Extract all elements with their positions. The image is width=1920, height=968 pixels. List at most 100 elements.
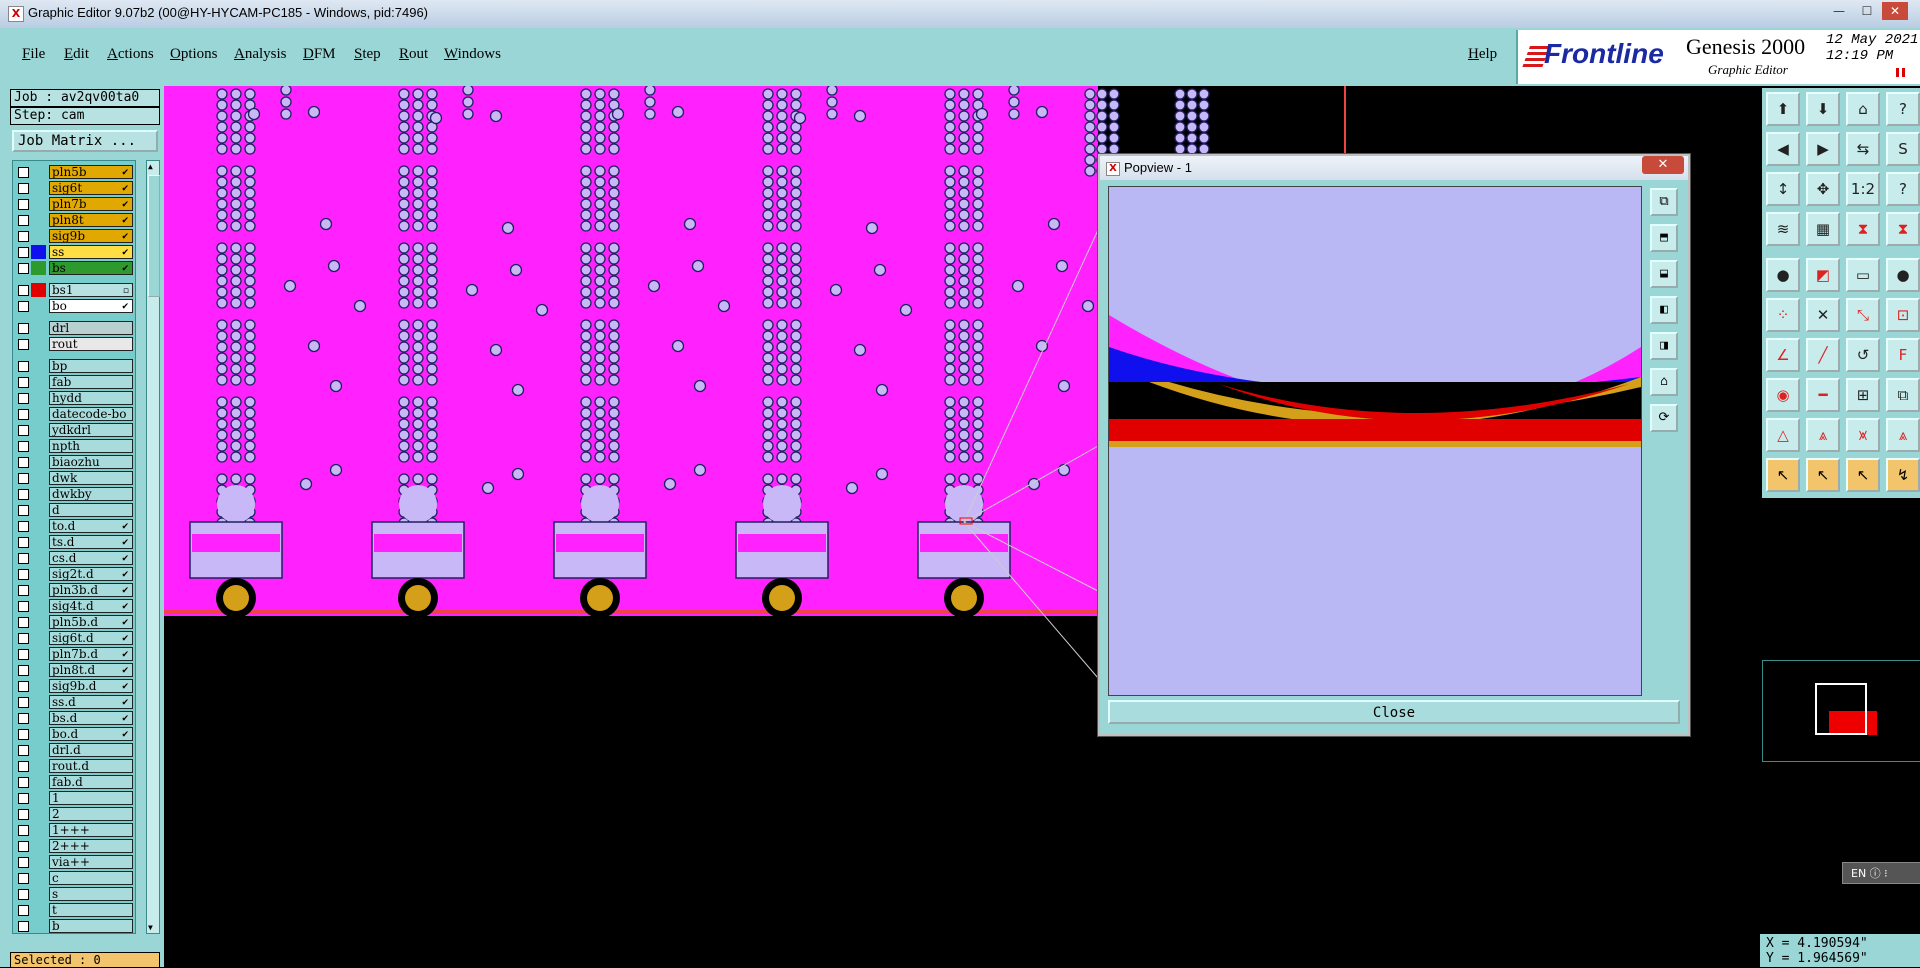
layer-checkbox[interactable] — [18, 537, 29, 548]
layer-row[interactable]: pln7b ✔ — [13, 197, 135, 212]
scroll-up-icon[interactable]: ▲ — [148, 162, 153, 171]
layer-name[interactable]: dwkby — [49, 487, 133, 501]
maximize-button[interactable]: ☐ — [1854, 2, 1880, 20]
layer-checkbox[interactable] — [18, 825, 29, 836]
box-icon[interactable]: ⊞ — [1846, 378, 1880, 412]
close-button[interactable]: ✕ — [1882, 2, 1908, 20]
layer-row[interactable]: bo.d ✔ — [13, 727, 135, 742]
grid-icon[interactable]: ▦ — [1806, 212, 1840, 246]
layer-checkbox[interactable] — [18, 681, 29, 692]
layer-row[interactable]: hydd — [13, 391, 135, 406]
layer-row[interactable]: ss.d ✔ — [13, 695, 135, 710]
layer-name[interactable]: bp — [49, 359, 133, 373]
layer-checkbox[interactable] — [18, 761, 29, 772]
layer-name[interactable]: fab — [49, 375, 133, 389]
move-icon[interactable]: ⊡ — [1886, 298, 1920, 332]
add-pad-icon[interactable]: ● — [1766, 258, 1800, 292]
target-icon[interactable]: ◉ — [1766, 378, 1800, 412]
query-icon[interactable]: ? — [1886, 172, 1920, 206]
layer-row[interactable]: datecode-bo — [13, 407, 135, 422]
layer-name[interactable]: bs1 ▫ — [49, 283, 133, 297]
layer-name[interactable]: sig2t.d ✔ — [49, 567, 133, 581]
layer-checkbox[interactable] — [18, 713, 29, 724]
layer-row[interactable]: to.d ✔ — [13, 519, 135, 534]
copy-icon[interactable]: ⧉ — [1886, 378, 1920, 412]
arc-icon[interactable]: ↺ — [1846, 338, 1880, 372]
measure-icon[interactable]: ≋ — [1766, 212, 1800, 246]
layer-row[interactable]: pln7b.d ✔ — [13, 647, 135, 662]
layer-row[interactable]: 2 — [13, 807, 135, 822]
fit-icon[interactable]: ↕ — [1766, 172, 1800, 206]
layer-row[interactable]: pln3b.d ✔ — [13, 583, 135, 598]
layer-checkbox[interactable] — [18, 585, 29, 596]
select-alt-icon[interactable]: ↖ — [1806, 458, 1840, 492]
layer-checkbox[interactable] — [18, 649, 29, 660]
layer-name[interactable]: ss ✔ — [49, 245, 133, 259]
layer-checkbox[interactable] — [18, 521, 29, 532]
layer-row[interactable]: rout.d — [13, 759, 135, 774]
layer-name[interactable]: dwk — [49, 471, 133, 485]
layer-name[interactable]: drl.d — [49, 743, 133, 757]
scale-icon[interactable]: 1:2 — [1846, 172, 1880, 206]
layer-row[interactable]: pln5b ✔ — [13, 165, 135, 180]
layer-row[interactable]: ts.d ✔ — [13, 535, 135, 550]
zoom-out-icon[interactable]: ⬇ — [1806, 92, 1840, 126]
layer-checkbox[interactable] — [18, 905, 29, 916]
layer-checkbox[interactable] — [18, 183, 29, 194]
menu-rout[interactable]: Rout — [399, 46, 428, 63]
layer-row[interactable]: cs.d ✔ — [13, 551, 135, 566]
menu-windows[interactable]: Windows — [444, 46, 501, 63]
layer-name[interactable]: s — [49, 887, 133, 901]
layer-checkbox[interactable] — [18, 873, 29, 884]
layer-name[interactable]: rout.d — [49, 759, 133, 773]
layer-row[interactable]: sig6t ✔ — [13, 181, 135, 196]
layer-row[interactable]: sig6t.d ✔ — [13, 631, 135, 646]
layer-name[interactable]: rout — [49, 337, 133, 351]
select-region-icon[interactable]: ↖ — [1846, 458, 1880, 492]
layer-name[interactable]: cs.d ✔ — [49, 551, 133, 565]
layer-row[interactable]: b — [13, 919, 135, 933]
layer-name[interactable]: pln5b ✔ — [49, 165, 133, 179]
layer-row[interactable]: ss ✔ — [13, 245, 135, 260]
font-icon[interactable]: F — [1886, 338, 1920, 372]
menu-analysis[interactable]: Analysis — [234, 46, 287, 63]
layer-row[interactable]: dwkby — [13, 487, 135, 502]
layer-row[interactable]: 2+++ — [13, 839, 135, 854]
layer-row[interactable]: pln8t.d ✔ — [13, 663, 135, 678]
layer-checkbox[interactable] — [18, 489, 29, 500]
overview-view-rect[interactable] — [1815, 683, 1867, 735]
layer-name[interactable]: 2+++ — [49, 839, 133, 853]
layer-row[interactable]: fab — [13, 375, 135, 390]
home-view-icon[interactable]: ⌂ — [1846, 92, 1880, 126]
layer-name[interactable]: pln8t.d ✔ — [49, 663, 133, 677]
swap-icon[interactable]: ⇆ — [1846, 132, 1880, 166]
menu-options[interactable]: Options — [170, 46, 218, 63]
layer-name[interactable]: pln7b ✔ — [49, 197, 133, 211]
layer-checkbox[interactable] — [18, 809, 29, 820]
menu-file[interactable]: File — [22, 46, 45, 63]
layer-checkbox[interactable] — [18, 361, 29, 372]
layer-name[interactable]: sig6t.d ✔ — [49, 631, 133, 645]
layer-list-scrollbar[interactable]: ▲ ▼ — [146, 160, 160, 934]
help-icon[interactable]: ? — [1886, 92, 1920, 126]
popview-zoom-view[interactable] — [1108, 186, 1642, 696]
layer-name[interactable]: bo ✔ — [49, 299, 133, 313]
layer-row[interactable]: drl — [13, 321, 135, 336]
layer-checkbox[interactable] — [18, 263, 29, 274]
layer-row[interactable]: pln5b.d ✔ — [13, 615, 135, 630]
arch-icon[interactable]: ⩙ — [1846, 418, 1880, 452]
layer-row[interactable]: 1+++ — [13, 823, 135, 838]
layer-name[interactable]: pln5b.d ✔ — [49, 615, 133, 629]
layer-row[interactable]: bp — [13, 359, 135, 374]
layer-name[interactable]: fab.d — [49, 775, 133, 789]
layer-name[interactable]: 1+++ — [49, 823, 133, 837]
layer-name[interactable]: pln8t ✔ — [49, 213, 133, 227]
peak-icon[interactable]: ⩓ — [1806, 418, 1840, 452]
layer-row[interactable]: sig9b ✔ — [13, 229, 135, 244]
layer-name[interactable]: c — [49, 871, 133, 885]
layer-name[interactable]: sig9b.d ✔ — [49, 679, 133, 693]
layer-name[interactable]: 2 — [49, 807, 133, 821]
layer-name[interactable]: to.d ✔ — [49, 519, 133, 533]
layer-checkbox[interactable] — [18, 665, 29, 676]
layer-checkbox[interactable] — [18, 425, 29, 436]
